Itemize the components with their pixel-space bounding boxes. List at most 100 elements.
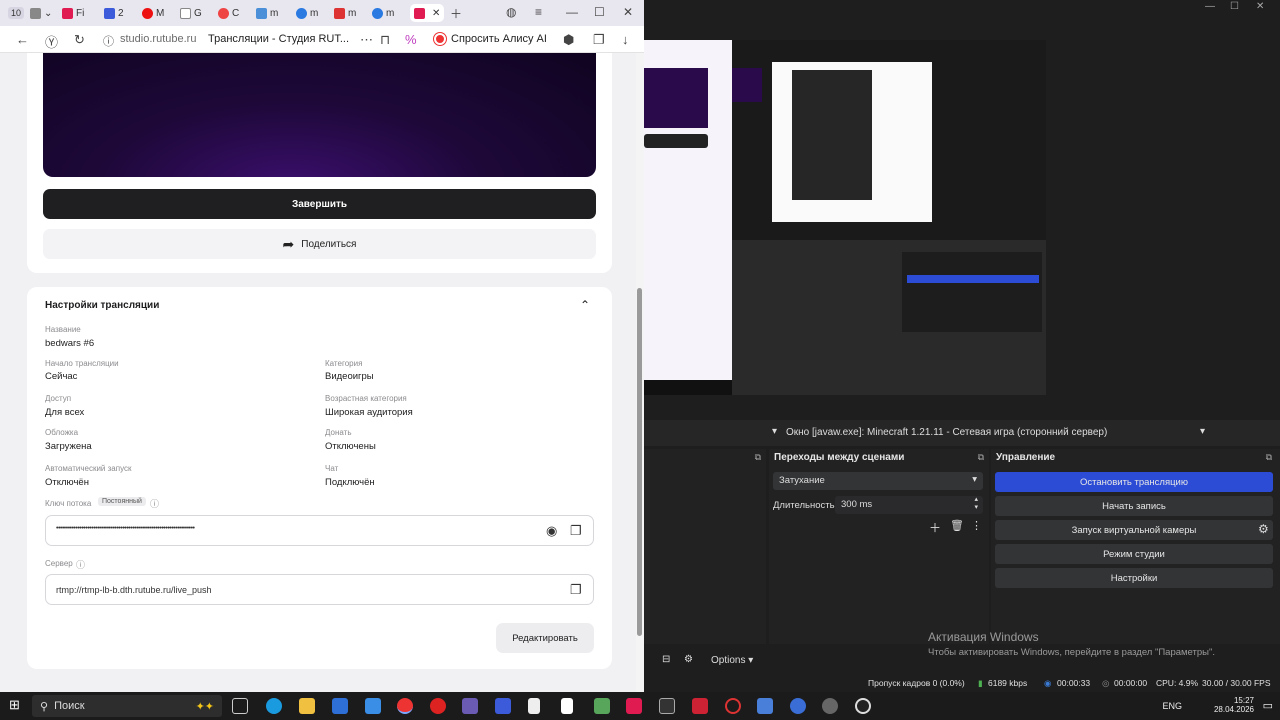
chevron-down-icon[interactable]: ▾ [1200,426,1205,437]
site-info-icon[interactable]: ⓘ [103,33,114,49]
window-source-label[interactable]: Окно [javaw.exe]: Minecraft 1.21.11 - Се… [786,427,1107,438]
duration-input[interactable]: 300 ms ▴ ▾ [835,496,983,514]
menu-icon[interactable]: ≡ [535,5,542,19]
access-value: Для всех [45,407,85,418]
notifications-icon[interactable]: ▭ [1263,699,1273,712]
add-icon[interactable]: ＋ [929,519,941,536]
more-icon[interactable]: ⋯ [360,32,373,48]
page-scrollbar[interactable] [636,53,644,692]
virtual-camera-button[interactable]: Запуск виртуальной камеры [995,520,1273,540]
obs-status-bar: Пропуск кадров 0 (0.0%) ▮ 6189 kbps ◉ 00… [644,674,1280,692]
help-icon[interactable]: ⓘ [76,558,85,571]
float-icon[interactable]: ⧉ [755,452,761,463]
maximize-icon[interactable]: ☐ [594,5,605,19]
game-icon[interactable] [462,698,478,714]
tab-8[interactable]: m [296,4,318,22]
alice-icon[interactable]: ◍ [506,5,516,19]
options-menu[interactable]: Options ▾ [711,655,753,666]
close-icon[interactable]: ✕ [1256,1,1264,12]
minimize-icon[interactable]: — [566,5,578,19]
transition-select[interactable]: Затухание ▾ [773,472,983,490]
finish-button[interactable]: Завершить [43,189,596,219]
copy-icon[interactable]: ❐ [570,523,582,539]
bookmark-icon[interactable]: ⊓ [380,32,390,48]
settings-button[interactable]: Настройки [995,568,1273,588]
scrollbar-thumb[interactable] [637,288,642,636]
float-icon[interactable]: ⧉ [978,452,984,463]
eye-icon[interactable]: ◉ [546,523,557,539]
tab-6[interactable]: C [218,4,239,22]
yandex-icon[interactable] [430,698,446,714]
float-icon[interactable]: ⧉ [1266,452,1272,463]
document-icon[interactable] [528,698,540,714]
stream-key-field[interactable]: ••••••••••••••••••••••••••••••••••••••••… [45,515,594,546]
notepad-icon[interactable] [561,698,573,714]
url-text[interactable]: studio.rutube.ru [120,33,196,45]
windows-start-icon[interactable]: ⊞ [9,697,20,713]
app-icon[interactable] [659,698,675,714]
file-explorer-icon[interactable] [299,698,315,714]
gear-icon[interactable]: ⚙ [1258,522,1269,536]
app-icon[interactable] [692,698,708,714]
settings-icon[interactable] [822,698,838,714]
reload-icon[interactable]: ↻ [74,32,85,48]
shield-icon[interactable]: ⬢ [563,32,574,48]
tab-5[interactable]: G [180,4,202,22]
trash-icon[interactable]: 🗑 [950,519,964,532]
app-icon[interactable] [757,698,773,714]
app-icon[interactable] [790,698,806,714]
yandex-browser-icon[interactable] [397,698,413,714]
properties-icon[interactable]: ⚙ [684,654,693,665]
tab-3[interactable]: 2 [104,4,124,22]
start-recording-button[interactable]: Начать запись [995,496,1273,516]
extension-icon[interactable]: % [405,32,417,47]
opera-icon[interactable] [725,698,741,714]
rutube-icon[interactable] [626,698,642,714]
studio-mode-button[interactable]: Режим студии [995,544,1273,564]
gmail-icon [334,7,345,19]
close-icon[interactable]: ✕ [432,8,440,19]
collections-icon[interactable]: ❐ [593,32,605,48]
edge-icon[interactable] [266,698,282,714]
rutube-icon [62,7,73,19]
system-tray[interactable]: ENG 15:27 28.04.2026 [1162,696,1254,714]
new-tab-icon[interactable]: ＋ [450,5,462,22]
clock-date: 28.04.2026 [1213,705,1254,714]
tab-10[interactable]: m [372,4,394,22]
obs-icon[interactable] [855,698,871,714]
minimize-icon[interactable]: — [1205,1,1215,12]
yandex-icon[interactable]: Ⓨ [45,32,58,51]
language-indicator[interactable]: ENG [1162,701,1182,711]
maximize-icon[interactable]: ☐ [1230,1,1239,12]
ask-alisa-button[interactable]: Спросить Алису AI [428,29,553,49]
server-field[interactable]: rtmp://rtmp-lb-b.dth.rutube.ru/live_push… [45,574,594,605]
multiview-icon[interactable]: ⊟ [662,654,670,665]
tab-1[interactable]: ⌄ [30,4,52,22]
chevron-down-icon[interactable]: ▾ [772,426,777,437]
app-icon[interactable] [495,698,511,714]
more-icon[interactable]: ⋮ [971,519,982,532]
close-window-icon[interactable]: ✕ [623,5,633,19]
tab-counter[interactable]: 10 [8,4,25,22]
tab-2[interactable]: Fi [62,4,84,22]
help-icon[interactable]: ⓘ [150,497,159,510]
share-button[interactable]: ➦ Поделиться [43,229,596,259]
minecraft-icon[interactable] [594,698,610,714]
stop-stream-button[interactable]: Остановить трансляцию [995,472,1273,492]
tab-7[interactable]: m [256,4,278,22]
task-view-icon[interactable] [232,698,248,714]
download-icon[interactable]: ↓ [622,32,629,47]
stepper-icon[interactable]: ▴ ▾ [974,496,978,512]
app-icon[interactable] [365,698,381,714]
search-icon: ⚲ [40,700,49,713]
edit-button[interactable]: Редактировать [496,623,594,653]
copy-icon[interactable]: ❐ [570,582,582,598]
tab-active-rutube[interactable]: ✕ [410,4,445,22]
tab-4[interactable]: M [142,4,164,22]
chevron-up-icon[interactable]: ⌃ [580,298,590,312]
page-title-text[interactable]: Трансляции - Студия RUT... [208,33,349,45]
tab-9[interactable]: m [334,4,356,22]
back-icon[interactable]: ← [16,32,29,47]
taskbar-search[interactable]: ⚲ Поиск ✦✦ [32,695,222,717]
store-icon[interactable] [332,698,348,714]
